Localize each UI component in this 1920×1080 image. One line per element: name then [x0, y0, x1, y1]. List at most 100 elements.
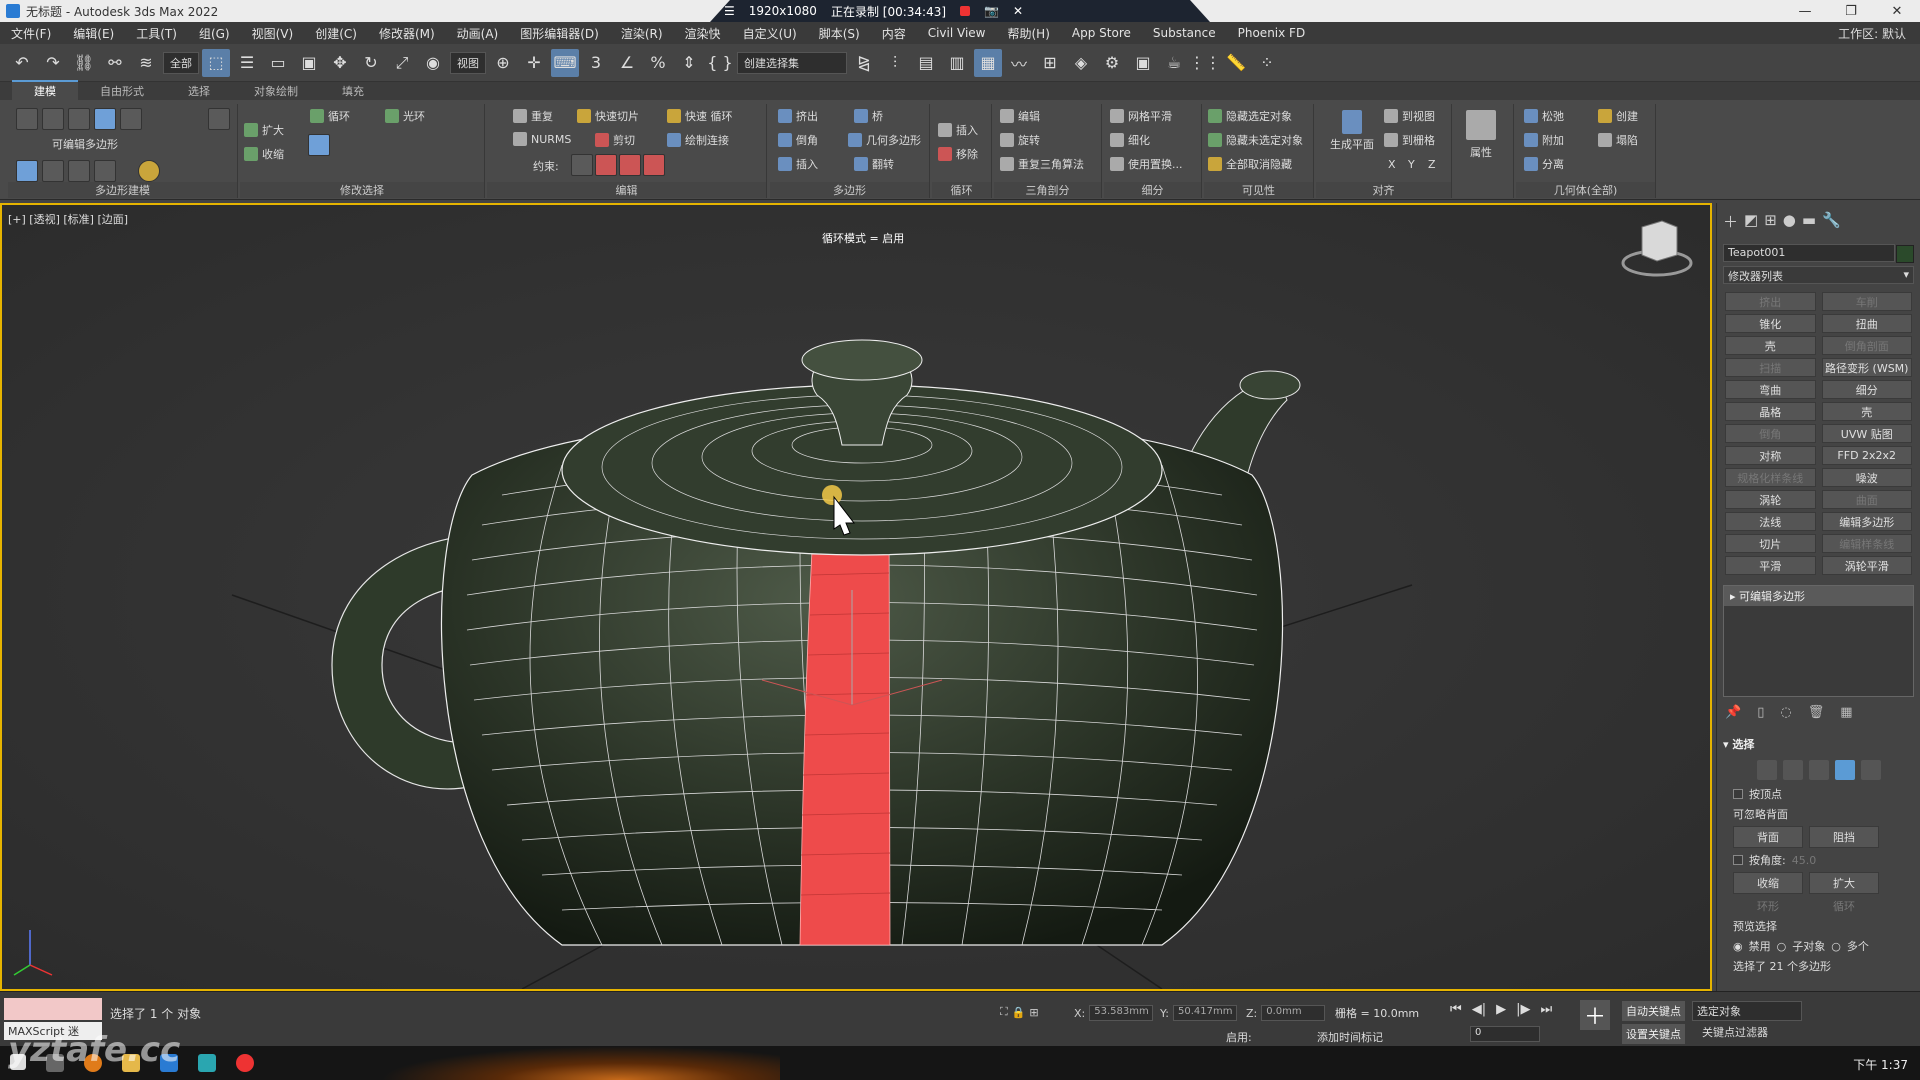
camera-icon[interactable]: 📷: [984, 4, 999, 18]
grow-selection-button[interactable]: 扩大: [1809, 872, 1879, 894]
rendered-frame-icon[interactable]: ▣: [1129, 49, 1157, 77]
remove-modifier-icon[interactable]: 🗑: [1808, 705, 1825, 720]
x-coord-field[interactable]: 53.583mm: [1089, 1005, 1154, 1021]
modifier-button[interactable]: 路径变形 (WSM): [1821, 358, 1912, 377]
ruler-icon[interactable]: 📏: [1222, 49, 1250, 77]
modifier-button[interactable]: 编辑样条线: [1821, 534, 1912, 553]
go-to-start-icon[interactable]: ⏮: [1450, 1002, 1462, 1017]
preview-subobject-radio[interactable]: ○: [1777, 940, 1787, 953]
vertex-mode-icon[interactable]: [16, 108, 38, 130]
menu-graph-editors[interactable]: 图形编辑器(D): [509, 25, 610, 42]
absolute-mode-icon[interactable]: ⊞: [1029, 1006, 1038, 1019]
shrink-button[interactable]: 收缩: [244, 146, 284, 162]
material-editor-icon[interactable]: ◈: [1067, 49, 1095, 77]
meshsmooth-button[interactable]: 网格平滑: [1110, 108, 1172, 124]
align-z-button[interactable]: Z: [1428, 158, 1436, 171]
schematic-view-icon[interactable]: ⊞: [1036, 49, 1064, 77]
by-vertex-checkbox[interactable]: [1733, 789, 1743, 799]
modifier-button[interactable]: 扫描: [1725, 358, 1816, 377]
preview-disabled-radio[interactable]: ◉: [1733, 940, 1743, 953]
modifier-button[interactable]: 法线: [1725, 512, 1816, 531]
modifier-button[interactable]: 扭曲: [1821, 314, 1912, 333]
by-angle-checkbox[interactable]: [1733, 855, 1743, 865]
scale-icon[interactable]: ⤢: [388, 49, 416, 77]
tab-object-paint[interactable]: 对象绘制: [232, 82, 320, 100]
menu-edit[interactable]: 编辑(E): [62, 25, 125, 42]
menu-content[interactable]: 内容: [871, 25, 917, 42]
loop-insert-button[interactable]: 插入: [938, 122, 978, 138]
loop-remove-button[interactable]: 移除: [938, 146, 978, 162]
inset-button[interactable]: 插入: [778, 156, 818, 172]
bevel-button[interactable]: 倒角: [778, 132, 818, 148]
menu-civil-view[interactable]: Civil View: [917, 26, 997, 40]
pin-stack-icon[interactable]: 📌: [1725, 705, 1741, 720]
link-icon[interactable]: ⛓: [70, 49, 98, 77]
to-view-button[interactable]: 到视图: [1384, 108, 1435, 124]
menu-icon[interactable]: ☰: [724, 4, 735, 18]
mirror-icon[interactable]: ⧎: [850, 49, 878, 77]
undo-icon[interactable]: ↶: [8, 49, 36, 77]
bind-space-warp-icon[interactable]: ≋: [132, 49, 160, 77]
align-y-button[interactable]: Y: [1408, 158, 1415, 171]
menu-views[interactable]: 视图(V): [241, 25, 305, 42]
make-unique-icon[interactable]: ◌: [1780, 705, 1791, 720]
group-label[interactable]: 修改选择: [240, 182, 484, 198]
place-icon[interactable]: ◉: [419, 49, 447, 77]
polygon-subobject-icon[interactable]: [1834, 760, 1855, 780]
selected-polygons[interactable]: [799, 494, 891, 946]
y-coord-field[interactable]: 50.417mm: [1172, 1005, 1237, 1021]
menu-phoenix-fd[interactable]: Phoenix FD: [1227, 26, 1317, 40]
spinner-snap-icon[interactable]: ⇕: [675, 49, 703, 77]
group-label[interactable]: 细分: [1104, 182, 1201, 198]
edge-mode-icon[interactable]: [42, 108, 64, 130]
properties-button[interactable]: 属性: [1466, 110, 1496, 160]
tab-modeling[interactable]: 建模: [12, 80, 78, 100]
curve-editor-icon[interactable]: 〰: [1005, 49, 1033, 77]
ribbon-toggle-icon[interactable]: ▦: [974, 48, 1002, 77]
toggle-command-panel-icon[interactable]: [138, 160, 160, 182]
cut-button[interactable]: 剪切: [595, 132, 635, 148]
lock-icon[interactable]: 🔒: [1012, 1006, 1026, 1019]
move-icon[interactable]: ✥: [326, 49, 354, 77]
next-frame-icon[interactable]: |▶: [1516, 1002, 1530, 1017]
nurms-button[interactable]: NURMS: [513, 132, 571, 146]
use-soft-sel-icon[interactable]: [68, 160, 90, 182]
to-grid-button[interactable]: 到栅格: [1384, 132, 1435, 148]
key-filters-button[interactable]: 关键点过滤器: [1702, 1024, 1768, 1040]
selection-filter-dropdown[interactable]: 全部: [163, 51, 199, 74]
percent-snap-icon[interactable]: %: [644, 49, 672, 77]
group-label[interactable]: 编辑: [487, 182, 766, 198]
named-selection-set-dropdown[interactable]: 创建选择集: [737, 51, 847, 74]
retriangulate-button[interactable]: 重复三角算法: [1000, 156, 1084, 172]
constraint-face-icon[interactable]: [619, 154, 641, 176]
tessellate-button[interactable]: 细化: [1110, 132, 1150, 148]
menu-rendering[interactable]: 渲染(R): [610, 25, 674, 42]
modifier-button[interactable]: 锥化: [1725, 314, 1816, 333]
hide-unselected-button[interactable]: 隐藏未选定对象: [1208, 132, 1303, 148]
by-angle-value[interactable]: 45.0: [1792, 854, 1817, 867]
menu-file[interactable]: 文件(F): [0, 25, 62, 42]
object-color-swatch[interactable]: [1896, 245, 1914, 263]
grid-icon[interactable]: ⋮⋮: [1189, 49, 1221, 77]
occluded-button[interactable]: 阻挡: [1809, 826, 1879, 848]
current-frame-field[interactable]: 0: [1470, 1026, 1540, 1042]
group-label[interactable]: 可见性: [1204, 182, 1313, 198]
select-by-name-icon[interactable]: ☰: [233, 49, 261, 77]
menu-group[interactable]: 组(G): [188, 25, 241, 42]
modifier-button[interactable]: 车削: [1821, 292, 1912, 311]
utilities-tab-icon[interactable]: 🔧: [1822, 211, 1841, 232]
key-selection-dropdown[interactable]: 选定对象: [1692, 1001, 1802, 1021]
tab-freeform[interactable]: 自由形式: [78, 82, 166, 100]
loop-mode-icon[interactable]: [308, 134, 330, 156]
modifier-stack[interactable]: ▸ 可编辑多边形: [1723, 585, 1914, 697]
object-name-field[interactable]: Teapot001: [1723, 244, 1895, 262]
go-to-end-icon[interactable]: ⏭: [1540, 1002, 1552, 1017]
snap-grid-icon[interactable]: ⁘: [1253, 49, 1281, 77]
edge-subobject-icon[interactable]: [1782, 760, 1803, 780]
attach-button[interactable]: 附加: [1524, 132, 1564, 148]
minimize-button[interactable]: —: [1782, 0, 1828, 22]
ring-button[interactable]: 光环: [385, 108, 425, 124]
modifier-button[interactable]: 涡轮平滑: [1821, 556, 1912, 575]
menu-animation[interactable]: 动画(A): [446, 25, 510, 42]
configure-sets-icon[interactable]: ▦: [1840, 705, 1852, 720]
